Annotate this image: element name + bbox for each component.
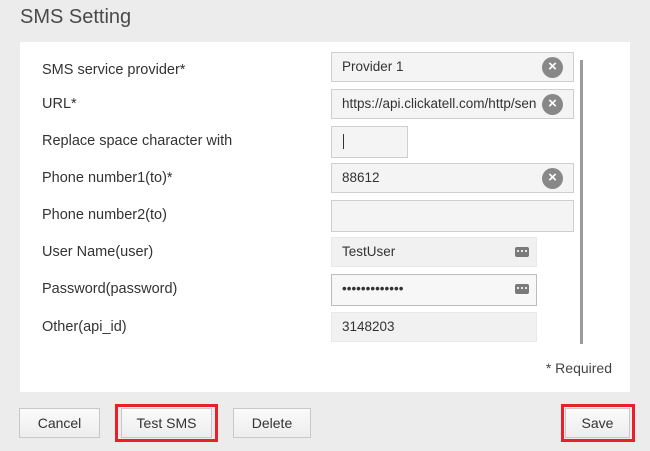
clear-icon[interactable]: × (542, 94, 563, 115)
password-value: ••••••••••••• (342, 281, 404, 296)
username-input[interactable]: TestUser (331, 237, 537, 267)
replace-space-input[interactable] (331, 126, 408, 158)
keyboard-icon[interactable] (515, 284, 529, 294)
api-id-input[interactable]: 3148203 (331, 312, 537, 342)
password-label: Password(password) (42, 281, 178, 297)
text-caret (343, 134, 344, 149)
username-value: TestUser (342, 244, 396, 259)
keyboard-icon[interactable] (515, 247, 529, 257)
delete-button[interactable]: Delete (233, 408, 311, 438)
save-highlight (561, 404, 635, 442)
username-label: User Name(user) (42, 244, 154, 260)
row-username: User Name(user) TestUser (20, 237, 580, 267)
settings-panel: SMS service provider* Provider 1 × URL* … (20, 42, 630, 392)
phone1-input[interactable]: 88612 × (331, 163, 574, 193)
row-api-id: Other(api_id) 3148203 (20, 312, 580, 342)
row-phone1: Phone number1(to)* 88612 × (20, 163, 580, 193)
row-url: URL* https://api.clickatell.com/http/sen… (20, 89, 580, 119)
row-password: Password(password) ••••••••••••• (20, 274, 580, 306)
phone1-value: 88612 (342, 170, 380, 185)
sms-provider-select[interactable]: Provider 1 × (331, 52, 574, 82)
sms-provider-label: SMS service provider* (42, 62, 186, 78)
clear-icon[interactable]: × (542, 57, 563, 78)
test-sms-highlight (115, 404, 218, 442)
phone2-input[interactable] (331, 200, 574, 232)
scrollbar[interactable] (580, 60, 583, 344)
sms-provider-value: Provider 1 (342, 59, 404, 74)
clear-icon[interactable]: × (542, 168, 563, 189)
url-input[interactable]: https://api.clickatell.com/http/sendmsg … (331, 89, 574, 119)
url-value: https://api.clickatell.com/http/sendmsg (342, 96, 537, 111)
row-replace-space: Replace space character with (20, 126, 580, 158)
url-label: URL* (42, 96, 77, 112)
password-input[interactable]: ••••••••••••• (331, 274, 537, 306)
required-note: * Required (545, 360, 612, 376)
row-sms-provider: SMS service provider* Provider 1 × (20, 52, 580, 85)
phone2-label: Phone number2(to) (42, 207, 167, 223)
replace-space-label: Replace space character with (42, 133, 233, 149)
api-id-value: 3148203 (342, 319, 395, 334)
phone1-label: Phone number1(to)* (42, 170, 173, 186)
api-id-label: Other(api_id) (42, 319, 127, 335)
page-title: SMS Setting (20, 6, 132, 28)
cancel-button[interactable]: Cancel (19, 408, 100, 438)
row-phone2: Phone number2(to) (20, 200, 580, 232)
